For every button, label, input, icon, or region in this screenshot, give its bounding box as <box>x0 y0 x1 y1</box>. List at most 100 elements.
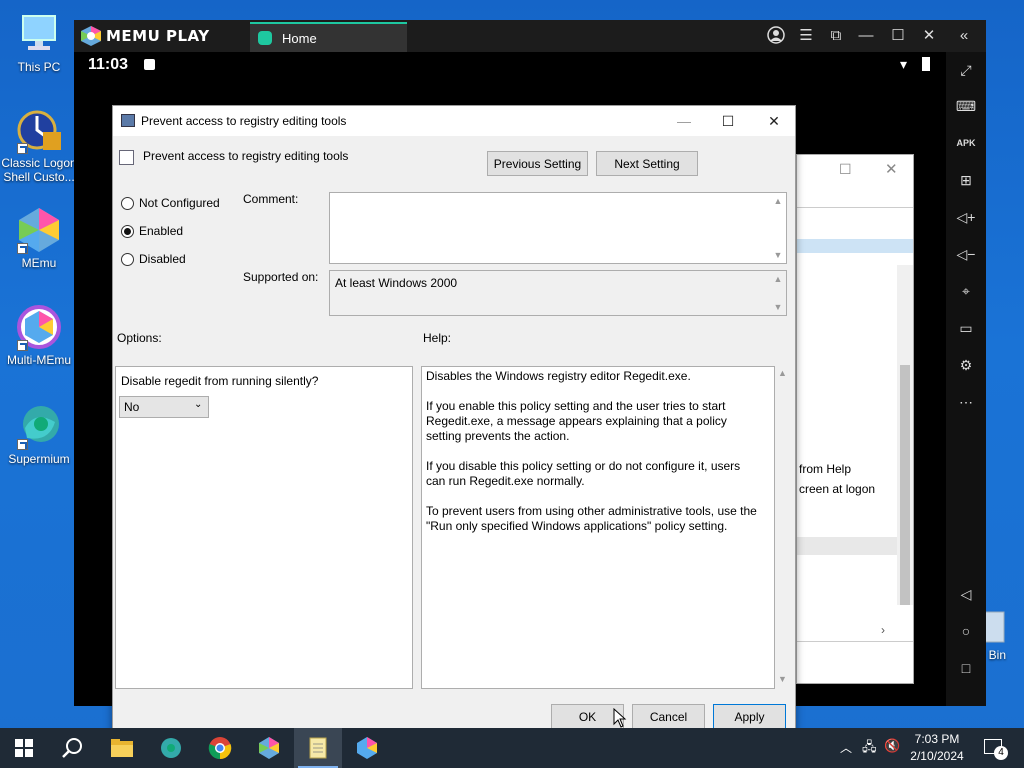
keyboard-icon[interactable]: ⌨ <box>954 94 978 118</box>
desktop-icon-classic-logon[interactable]: Classic Logon Shell Custo... <box>0 106 78 184</box>
apply-button[interactable]: Apply <box>713 704 786 729</box>
bg-scrollbar <box>897 265 913 605</box>
cancel-button[interactable]: Cancel <box>632 704 705 729</box>
next-setting-button[interactable]: Next Setting <box>596 151 698 176</box>
dialog-minimize-icon[interactable]: — <box>661 106 707 136</box>
notification-count: 4 <box>994 746 1008 760</box>
comment-label: Comment: <box>243 192 299 206</box>
desktop-icon-label: This PC <box>17 60 61 74</box>
help-text: Disables the Windows registry editor Reg… <box>426 369 757 533</box>
memu-app-icon <box>259 737 279 759</box>
options-label: Options: <box>117 331 162 345</box>
memu-sidebar: ⤢ ⌨ APK ⊞ ◁+ ◁− ⌖ ▭ ⚙ ⋯ ◁ ○ □ <box>946 52 986 706</box>
radio-disabled-dot <box>121 252 134 266</box>
dialog-maximize-icon[interactable]: ☐ <box>705 106 751 136</box>
folder-icon <box>111 739 133 757</box>
desktop-icon-multi-memu[interactable]: Multi-MEmu <box>0 303 78 367</box>
memu-app-icon <box>15 206 63 254</box>
options-panel: Disable regedit from running silently? N… <box>115 366 413 689</box>
memu-title-bar: MEMU PLAY Home ☰ ⧉ — ☐ ✕ « <box>74 20 986 52</box>
monitor-icon <box>15 10 63 58</box>
minimize-icon[interactable]: — <box>856 26 876 46</box>
bg-close-icon: ✕ <box>885 161 898 178</box>
bg-text-line2: creen at logon <box>799 482 876 496</box>
start-button[interactable] <box>0 728 48 768</box>
close-icon[interactable]: ✕ <box>919 26 939 46</box>
help-panel: Disables the Windows registry editor Reg… <box>421 366 775 689</box>
folder-icon[interactable]: ▭ <box>954 316 978 340</box>
scroll-down-icon[interactable]: ▼ <box>778 674 787 684</box>
radio-enabled-dot <box>121 224 134 238</box>
tab-home[interactable]: Home <box>250 22 407 52</box>
memu-logo-text: MEMU PLAY <box>106 27 210 45</box>
notepad-icon <box>309 737 327 759</box>
bg-scroll-right-icon: › <box>881 623 885 637</box>
chevron-down-icon: ⌄ <box>194 399 203 410</box>
fullscreen-icon[interactable]: ⤢ <box>954 58 978 82</box>
more-icon[interactable]: ⋯ <box>954 390 978 414</box>
desktop-icon-label: Classic Logon Shell Custo... <box>1 156 77 184</box>
option-question: Disable regedit from running silently? <box>121 374 319 388</box>
show-hidden-icons-icon[interactable]: ︿ <box>840 739 852 756</box>
collapse-sidebar-icon[interactable]: « <box>954 26 974 46</box>
volume-down-icon[interactable]: ◁− <box>954 242 978 266</box>
scroll-up-icon[interactable]: ▲ <box>778 368 787 378</box>
apk-icon[interactable]: APK <box>954 131 978 155</box>
screenshot-icon[interactable]: ⧉ <box>826 26 846 46</box>
search-icon <box>62 738 82 758</box>
supermium-icon <box>15 402 63 450</box>
desktop-icon-label: Supermium <box>8 452 70 466</box>
maximize-icon[interactable]: ☐ <box>888 26 908 46</box>
comment-textarea[interactable]: ▲ ▼ <box>329 192 787 264</box>
battery-icon <box>922 57 930 71</box>
regedit-silent-select[interactable]: No ⌄ <box>119 396 209 418</box>
android-status-bar: 11:03 ▾ <box>74 52 946 78</box>
dialog-close-icon[interactable]: ✕ <box>751 106 797 136</box>
settings-icon[interactable]: ⚙ <box>954 353 978 377</box>
home-icon[interactable]: ○ <box>954 619 978 643</box>
policy-dialog: Prevent access to registry editing tools… <box>112 105 796 738</box>
previous-setting-button[interactable]: Previous Setting <box>487 151 588 176</box>
recents-icon[interactable]: □ <box>954 656 978 680</box>
notification-icon <box>144 59 155 70</box>
comment-scrollbar[interactable]: ▲ ▼ <box>770 193 786 263</box>
radio-not-configured-label: Not Configured <box>139 196 220 210</box>
supported-on-box: At least Windows 2000 ▲ ▼ <box>329 270 787 316</box>
desktop-icon-this-pc[interactable]: This PC <box>0 10 78 74</box>
taskbar-chrome[interactable] <box>196 728 244 768</box>
multi-window-icon[interactable]: ⊞ <box>954 168 978 192</box>
back-icon[interactable]: ◁ <box>954 582 978 606</box>
taskbar-supermium[interactable] <box>147 728 195 768</box>
menu-icon[interactable]: ☰ <box>796 26 816 46</box>
clock-time[interactable]: 7:03 PM <box>908 732 966 746</box>
network-icon[interactable]: 🖧 <box>862 738 877 760</box>
account-icon[interactable] <box>766 26 786 46</box>
taskbar-memu[interactable] <box>245 728 293 768</box>
taskbar-notepad[interactable] <box>294 728 342 768</box>
clock-date[interactable]: 2/10/2024 <box>908 749 966 763</box>
taskbar-multi-memu[interactable] <box>343 728 391 768</box>
radio-not-configured[interactable]: Not Configured <box>121 196 220 210</box>
search-button[interactable] <box>48 728 96 768</box>
desktop-icon-label: MEmu <box>21 256 57 270</box>
location-icon[interactable]: ⌖ <box>954 279 978 303</box>
radio-disabled[interactable]: Disabled <box>121 252 186 266</box>
supported-on-value: At least Windows 2000 <box>335 276 458 290</box>
supported-on-label: Supported on: <box>243 270 319 284</box>
background-window: ☐ ✕ from Help creen at logon › <box>796 154 914 684</box>
supported-scrollbar[interactable]: ▲ ▼ <box>770 271 786 315</box>
desktop-icon-memu[interactable]: MEmu <box>0 206 78 270</box>
radio-enabled[interactable]: Enabled <box>121 224 183 238</box>
multi-memu-icon <box>357 737 377 759</box>
memu-logo: MEMU PLAY <box>80 25 210 47</box>
volume-up-icon[interactable]: ◁+ <box>954 205 978 229</box>
taskbar-file-explorer[interactable] <box>98 728 146 768</box>
desktop-icon-label: Multi-MEmu <box>6 353 71 367</box>
android-clock: 11:03 <box>88 56 129 73</box>
help-scrollbar[interactable]: ▲ ▼ <box>775 366 791 689</box>
desktop-icon-supermium[interactable]: Supermium <box>0 402 78 466</box>
memu-logo-icon <box>81 26 101 46</box>
radio-disabled-label: Disabled <box>139 252 186 266</box>
volume-muted-icon[interactable]: 🔇 <box>884 738 900 754</box>
radio-not-configured-dot <box>121 196 134 210</box>
